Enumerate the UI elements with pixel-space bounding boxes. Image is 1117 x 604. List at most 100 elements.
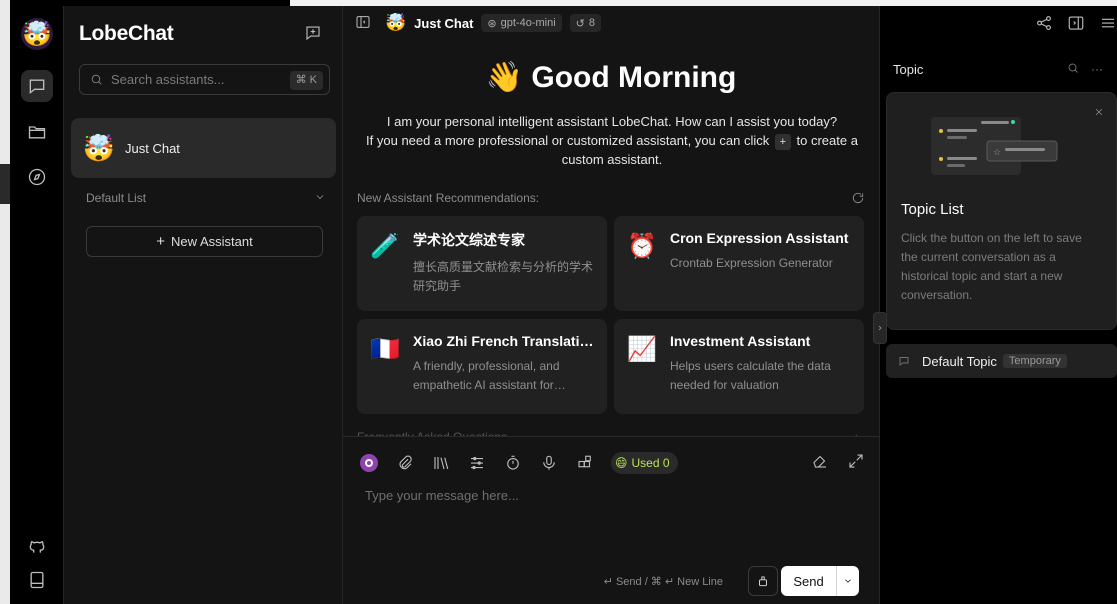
more-icon[interactable]: ··· [1091, 62, 1103, 76]
menu-icon[interactable] [1099, 14, 1117, 35]
card-desc: A friendly, professional, and empathetic… [413, 359, 566, 392]
composer-toolbar: 😄 Used 0 [359, 452, 678, 474]
search-icon[interactable] [1067, 62, 1079, 74]
recommendations-title: New Assistant Recommendations: [357, 191, 540, 205]
new-assistant-button[interactable]: + New Assistant [86, 226, 323, 257]
card-title: Cron Expression Assistant [670, 230, 849, 246]
app-window: 🤯 LobeChat ⌘ K 🤯 Just Chat [10, 6, 1117, 604]
new-chat-icon[interactable] [304, 24, 324, 44]
history-badge[interactable]: ↺ 8 [569, 14, 601, 32]
eraser-icon[interactable] [811, 452, 829, 473]
card-desc: Helps users calculate the data needed fo… [670, 359, 831, 392]
chat-main: 🤯 Just Chat ⊛ gpt-4o-mini ↺ 8 👋 Good Mor… [343, 6, 887, 604]
message-input[interactable] [365, 488, 845, 548]
topic-name: Default Topic [922, 353, 997, 369]
search-shortcut: ⌘ K [289, 71, 323, 90]
session-panel: LobeChat ⌘ K 🤯 Just Chat Default List + … [64, 6, 343, 604]
timer-icon[interactable] [503, 453, 523, 473]
panel-toggle-icon[interactable] [1067, 14, 1085, 35]
session-avatar: 🤯 [82, 132, 116, 163]
settings-sliders-icon[interactable] [467, 453, 487, 473]
search-box[interactable]: ⌘ K [79, 64, 330, 95]
card-emoji: 🧪 [370, 232, 400, 260]
chat-bubble-icon [899, 357, 909, 366]
tip-heading: Topic List [901, 201, 964, 218]
session-item-just-chat[interactable]: 🤯 Just Chat [71, 118, 336, 178]
chevron-down-icon [845, 579, 851, 583]
usage-label: Used 0 [631, 456, 670, 470]
intro-line-2-before: If you need a more professional or custo… [366, 133, 770, 148]
card-desc: Crontab Expression Generator [670, 256, 833, 270]
screen-edge-mark [0, 164, 10, 204]
expand-icon[interactable] [847, 452, 865, 473]
history-icon: ↺ [575, 17, 585, 30]
card-title: 学术论文综述专家 [413, 232, 525, 248]
refresh-icon[interactable] [851, 191, 865, 205]
user-avatar[interactable]: 🤯 [21, 18, 53, 50]
nav-rail: 🤯 [10, 6, 64, 604]
sidebar-toggle-icon[interactable] [355, 14, 371, 33]
chat-header: 🤯 Just Chat ⊛ gpt-4o-mini ↺ 8 [343, 6, 879, 40]
card-title: Investment Assistant [670, 333, 811, 349]
compass-icon[interactable] [21, 161, 53, 193]
session-name: Just Chat [125, 140, 180, 156]
inline-plus-button[interactable]: + [774, 133, 791, 150]
usage-emoji: 😄 [615, 456, 628, 470]
svg-text:☆: ☆ [993, 148, 1001, 158]
assistant-card[interactable]: 🇫🇷 Xiao Zhi French Translati… A friendly… [357, 319, 607, 414]
history-count: 8 [588, 17, 595, 29]
app-brand: LobeChat [79, 22, 174, 45]
assistant-card[interactable]: 📈 Investment Assistant Helps users calcu… [614, 319, 864, 414]
card-desc: 擅长高质量文献检索与分析的学术研究助手 [413, 260, 594, 293]
plugins-icon[interactable] [575, 453, 595, 473]
header-avatar: 🤯 [385, 13, 407, 32]
greeting-title: 👋 Good Morning [485, 61, 737, 94]
close-icon[interactable] [1094, 105, 1104, 116]
header-title: Just Chat [414, 15, 474, 31]
folder-icon[interactable] [21, 116, 53, 148]
search-input[interactable] [111, 72, 291, 87]
composer-divider [343, 436, 879, 437]
topic-panel: Topic ··· ☆ Topic List Click the button … [880, 6, 1117, 604]
topic-tools: ··· [1067, 62, 1103, 76]
topic-panel-toggle[interactable] [873, 312, 887, 344]
screen-edge-left [0, 0, 10, 604]
model-badge[interactable]: ⊛ gpt-4o-mini [481, 14, 562, 32]
topic-item-default[interactable]: Default Topic Temporary [886, 344, 1117, 378]
send-hint: ↵ Send / ⌘ ↵ New Line [603, 576, 723, 588]
card-emoji: ⏰ [627, 232, 657, 260]
group-default-list[interactable]: Default List [86, 191, 326, 205]
card-title: Xiao Zhi French Translati… [413, 333, 594, 349]
model-switch-button[interactable] [359, 453, 379, 473]
clear-button[interactable] [748, 566, 778, 596]
header-actions [1035, 14, 1117, 35]
microphone-icon[interactable] [539, 453, 559, 473]
share-icon[interactable] [1035, 14, 1053, 35]
knowledge-icon[interactable] [431, 453, 451, 473]
github-icon[interactable] [21, 530, 53, 562]
assistant-card[interactable]: 🧪 学术论文综述专家 擅长高质量文献检索与分析的学术研究助手 [357, 216, 607, 311]
topic-tip-card: ☆ Topic List Click the button on the lef… [886, 92, 1117, 330]
broom-icon [759, 576, 767, 587]
token-usage-badge[interactable]: 😄 Used 0 [611, 452, 678, 474]
tip-description: Click the button on the left to save the… [901, 231, 1082, 302]
attachment-icon[interactable] [395, 453, 415, 473]
topic-panel-title: Topic [893, 62, 924, 77]
chat-icon[interactable] [21, 70, 53, 102]
intro-line-1: I am your personal intelligent assistant… [386, 114, 838, 129]
topic-illustration: ☆ [931, 117, 1058, 175]
send-button[interactable]: Send [781, 566, 837, 596]
model-name: gpt-4o-mini [500, 17, 556, 29]
send-options-button[interactable] [837, 566, 859, 596]
new-assistant-label: New Assistant [171, 234, 253, 249]
composer-tools-right [811, 452, 865, 473]
chevron-down-icon [316, 195, 324, 200]
intro-text: I am your personal intelligent assistant… [357, 112, 867, 169]
assistant-card[interactable]: ⏰ Cron Expression Assistant Crontab Expr… [614, 216, 864, 311]
model-icon [360, 454, 378, 472]
group-label: Default List [86, 191, 147, 205]
search-icon [91, 74, 102, 85]
openai-icon: ⊛ [487, 17, 497, 30]
card-emoji: 📈 [627, 335, 657, 363]
docs-icon[interactable] [21, 564, 53, 596]
